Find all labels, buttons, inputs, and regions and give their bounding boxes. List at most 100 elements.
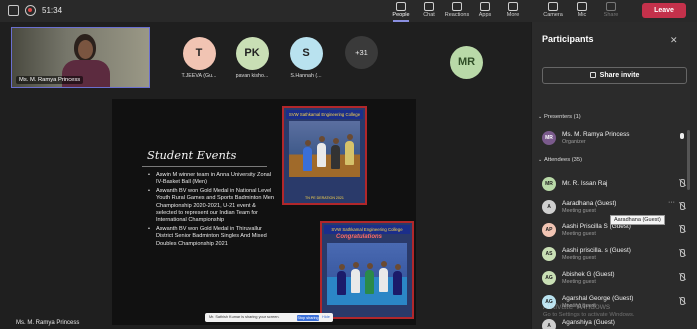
person-figure [351, 262, 360, 293]
event-photo-basketball: SVW Sathkamal Engineering College TN PE … [282, 106, 367, 205]
tile-name: T.JEEVA (Gu... [181, 73, 217, 79]
photo-header: SVW Sathkamal Engineering College [324, 225, 410, 234]
tile-name: S.Hannah (... [290, 73, 322, 79]
avatar: AP [542, 223, 556, 237]
apps-icon [480, 2, 490, 11]
reactions-button[interactable]: Reactions [443, 0, 471, 22]
more-icon [508, 2, 518, 11]
participant-row[interactable]: AG Abishek G (Guest) Meeting guest [540, 268, 690, 292]
participant-name: Mr. R. Issan Raj [562, 180, 608, 187]
mic-off-icon [679, 225, 685, 233]
people-label: People [392, 12, 410, 18]
person-figure [317, 136, 326, 167]
share-invite-button[interactable]: Share invite [542, 67, 687, 84]
chat-icon [424, 2, 434, 11]
avatar: MR [542, 131, 556, 145]
avatar: A [542, 319, 556, 329]
more-button[interactable]: More [499, 0, 527, 22]
participant-row[interactable]: MR Ms. M. Ramya Princess Organizer [540, 128, 690, 152]
close-icon[interactable]: ✕ [670, 35, 678, 46]
person-figure [331, 138, 340, 169]
presenters-section-toggle[interactable]: ⌄ Presenters (1) [538, 114, 581, 120]
participant-name: Abishek G (Guest) [562, 271, 615, 278]
more-label: More [506, 12, 520, 18]
video-tile-name: Ms. M. Ramya Princess [16, 76, 84, 84]
shared-screen-slide: Student Events Aswin M winner team in An… [112, 99, 416, 325]
presenter-label: Ms. M. Ramya Princess [16, 320, 80, 326]
photo-caption: TN PE DERATION 2021 [305, 195, 344, 200]
hide-link[interactable]: Hide [322, 313, 330, 322]
share-button[interactable]: Share [597, 0, 625, 22]
person-figure [379, 261, 388, 292]
grid-view-icon[interactable] [8, 5, 19, 16]
participant-row[interactable]: AS Aashi priscilla. s (Guest) Meeting gu… [540, 244, 690, 268]
person-figure [337, 264, 346, 295]
participant-role: Organizer [562, 139, 586, 145]
people-button[interactable]: People [387, 0, 415, 22]
event-photo-badminton: SVW Sathkamal Engineering College Congra… [320, 221, 414, 319]
invite-icon [589, 72, 596, 78]
bullet-item: Aswanth BV won Gold Medal in Thiruvallur… [146, 226, 274, 248]
avatar: AS [542, 247, 556, 261]
leave-button[interactable]: Leave [642, 3, 686, 18]
mic-off-icon [679, 249, 685, 257]
photo-scene [289, 121, 360, 177]
people-icon [396, 2, 406, 11]
participant-name: Aaradhana (Guest) [562, 200, 617, 207]
apps-label: Apps [478, 12, 492, 18]
avatar: A [542, 200, 556, 214]
photo-scene [327, 243, 407, 305]
avatar: PK [235, 37, 269, 70]
participant-role: Meeting guest [562, 255, 596, 261]
participant-row[interactable]: MR Mr. R. Issan Raj [540, 174, 690, 198]
scrollbar[interactable] [687, 130, 690, 190]
photo-caption: Congratulations [336, 234, 382, 240]
more-options-icon[interactable]: ··· [668, 199, 675, 206]
participant-avatar-mr[interactable]: MR [450, 46, 483, 79]
toolbar-left: 51:34 [8, 5, 62, 16]
chat-button[interactable]: Chat [415, 0, 443, 22]
person-figure [345, 134, 354, 165]
share-label: Share [603, 12, 619, 18]
participant-tile[interactable]: T T.JEEVA (Gu... [175, 37, 223, 79]
avatar: MR [542, 177, 556, 191]
avatar: AG [542, 271, 556, 285]
slide-title: Student Events [147, 148, 237, 162]
reactions-icon [452, 2, 462, 11]
mic-icon [577, 2, 587, 11]
participant-tile[interactable]: S S.Hannah (... [281, 37, 331, 79]
stop-sharing-button[interactable]: Stop sharing [297, 314, 319, 321]
share-icon [606, 2, 616, 11]
camera-label: Camera [543, 12, 563, 18]
person-figure [303, 140, 312, 171]
reactions-label: Reactions [444, 12, 470, 18]
apps-button[interactable]: Apps [471, 0, 499, 22]
mic-button[interactable]: Mic [568, 0, 596, 22]
meeting-timer: 51:34 [42, 6, 63, 15]
bullet-item: Aswin M winner team in Anna University Z… [146, 172, 274, 187]
avatar: S [289, 37, 323, 70]
presenter-face [78, 40, 93, 59]
camera-button[interactable]: Camera [539, 0, 567, 22]
activate-windows-watermark: Activate Windows [543, 301, 611, 311]
presenter-video-tile[interactable]: Ms. M. Ramya Princess [11, 27, 150, 88]
more-participants-button[interactable]: +31 [345, 36, 378, 69]
presenters-section-label: Presenters (1) [544, 114, 581, 120]
share-invite-label: Share invite [599, 72, 640, 79]
participant-name: Aganshiya (Guest) [562, 319, 615, 326]
slide-divider [142, 166, 267, 167]
attendees-section-toggle[interactable]: ⌄ Attendees (35) [538, 157, 582, 163]
person-figure [365, 263, 374, 294]
participant-tile[interactable]: PK pavan kisho... [228, 37, 276, 79]
participant-role: Meeting guest [562, 279, 596, 285]
mic-off-icon [679, 179, 685, 187]
screen-share-notice: Mr. Sathish Kumar is sharing your screen… [205, 313, 333, 322]
mic-on-icon [679, 133, 685, 141]
mic-off-icon [679, 297, 685, 305]
meeting-toolbar: 51:34 People Chat Reactions Apps More Ca… [0, 0, 697, 22]
slide-bullets: Aswin M winner team in Anna University Z… [146, 172, 274, 249]
attendees-section-label: Attendees (35) [544, 157, 583, 163]
mic-off-icon [679, 273, 685, 281]
photo-header: SVW Sathkamal Engineering College [286, 110, 363, 119]
participant-name: Ms. M. Ramya Princess [562, 131, 630, 138]
